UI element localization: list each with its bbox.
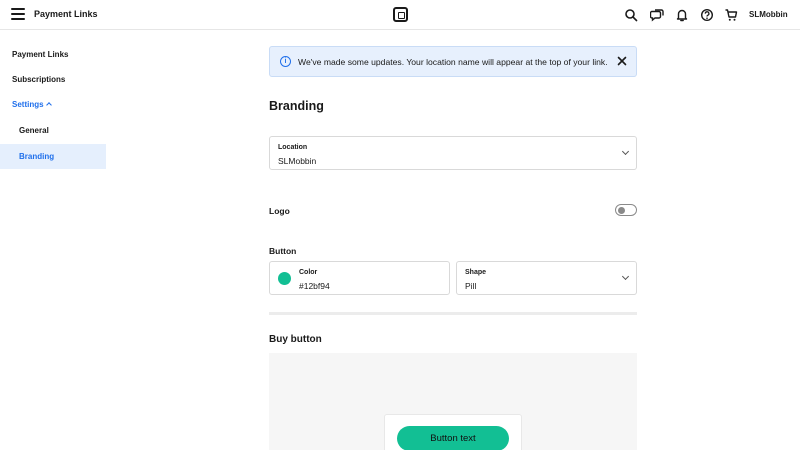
buy-button-preview: Button text — [269, 353, 637, 450]
color-value: #12bf94 — [299, 281, 330, 291]
sidebar-item-branding[interactable]: Branding — [0, 144, 106, 169]
sidebar: Payment Links Subscriptions Settings Gen… — [0, 30, 106, 450]
banner-text: We've made some updates. Your location n… — [298, 57, 608, 67]
shape-value: Pill — [465, 281, 477, 291]
color-swatch — [278, 272, 291, 285]
menu-icon[interactable] — [11, 8, 25, 22]
logo-toggle[interactable] — [615, 204, 637, 216]
sidebar-item-settings[interactable]: Settings — [0, 92, 106, 117]
close-icon[interactable] — [616, 55, 628, 67]
shape-select[interactable]: Shape Pill — [456, 261, 637, 295]
location-label: Location — [278, 144, 308, 151]
color-label: Color — [299, 269, 318, 276]
info-icon: i — [280, 56, 291, 67]
sidebar-item-general[interactable]: General — [0, 118, 106, 143]
sidebar-item-payment-links[interactable]: Payment Links — [0, 42, 106, 67]
help-icon[interactable] — [700, 8, 714, 22]
preview-buy-button[interactable]: Button text — [397, 426, 509, 450]
chevron-up-icon — [45, 102, 52, 108]
chevron-down-icon — [621, 272, 630, 281]
bell-icon[interactable] — [675, 8, 689, 22]
preview-card: Button text — [384, 414, 522, 450]
sidebar-item-label: Settings — [12, 100, 44, 109]
shape-label: Shape — [465, 269, 487, 276]
button-section-label: Button — [269, 246, 297, 256]
page-title: Branding — [269, 99, 324, 113]
username-menu[interactable]: SLMobbin — [749, 10, 788, 19]
divider — [269, 312, 637, 315]
top-bar: Payment Links SLMobbin — [0, 0, 800, 30]
buy-button-title: Buy button — [269, 334, 322, 345]
sidebar-item-subscriptions[interactable]: Subscriptions — [0, 67, 106, 92]
square-logo-icon[interactable] — [393, 7, 408, 22]
location-select[interactable]: Location SLMobbin — [269, 136, 637, 170]
logo-label: Logo — [269, 206, 290, 216]
app-title: Payment Links — [34, 9, 98, 19]
chevron-down-icon — [621, 147, 630, 156]
info-banner: i We've made some updates. Your location… — [269, 46, 637, 77]
search-icon[interactable] — [624, 8, 638, 22]
cart-icon[interactable] — [724, 8, 738, 22]
chat-icon[interactable] — [650, 8, 664, 22]
location-value: SLMobbin — [278, 156, 317, 166]
color-picker[interactable]: Color #12bf94 — [269, 261, 450, 295]
